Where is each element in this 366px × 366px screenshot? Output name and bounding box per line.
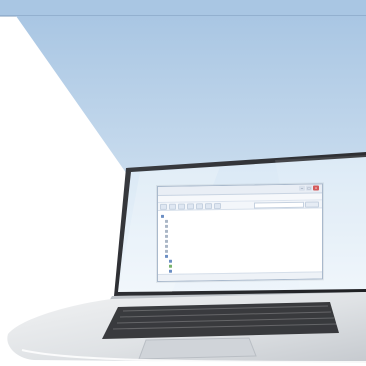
document-icon xyxy=(165,244,168,248)
projection-beam xyxy=(16,16,366,177)
toolbar-button-7[interactable] xyxy=(214,202,221,209)
status-bar xyxy=(158,271,322,281)
toolbar-button-2[interactable] xyxy=(169,203,176,210)
tree-view xyxy=(158,208,322,278)
toolbar-button-1[interactable] xyxy=(160,203,167,210)
app-window: – □ × xyxy=(157,183,323,282)
folder-icon xyxy=(165,254,168,258)
search-input[interactable] xyxy=(254,201,304,209)
link-icon xyxy=(169,259,172,263)
document-icon xyxy=(165,249,168,253)
top-strip xyxy=(0,0,366,16)
minimize-button[interactable]: – xyxy=(299,185,305,191)
toolbar-button-5[interactable] xyxy=(196,202,203,209)
toolbar-button-6[interactable] xyxy=(205,202,212,209)
close-icon: × xyxy=(314,185,318,191)
document-icon xyxy=(165,224,168,228)
check-icon xyxy=(169,264,172,268)
maximize-button[interactable]: □ xyxy=(306,185,312,191)
toolbar-action-button[interactable] xyxy=(305,201,319,208)
maximize-icon: □ xyxy=(307,185,311,191)
link-icon xyxy=(169,269,172,273)
toolbar-button-3[interactable] xyxy=(178,203,185,210)
document-icon xyxy=(165,219,168,223)
document-icon xyxy=(165,234,168,238)
document-icon xyxy=(165,239,168,243)
document-icon xyxy=(165,229,168,233)
toolbar-button-4[interactable] xyxy=(187,202,194,210)
folder-icon xyxy=(161,214,164,218)
close-button[interactable]: × xyxy=(313,185,319,191)
trackpad xyxy=(138,337,257,360)
minimize-icon: – xyxy=(300,185,304,191)
